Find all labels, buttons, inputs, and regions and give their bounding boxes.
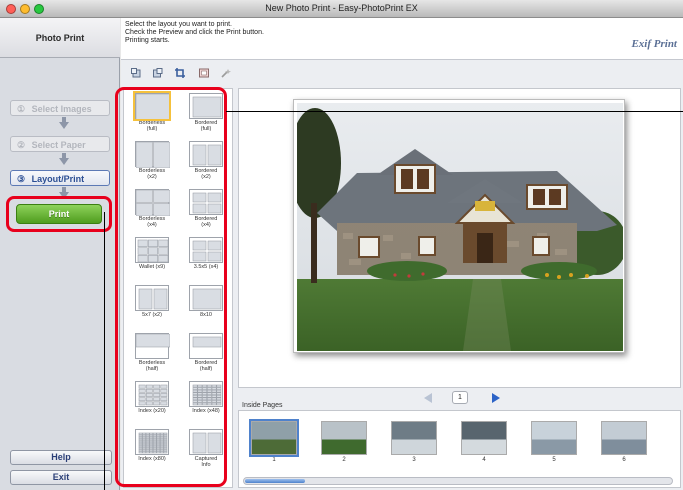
window-title: New Photo Print - Easy-PhotoPrint EX <box>265 3 418 13</box>
print-button-highlight <box>6 196 112 232</box>
step-number: ② <box>17 140 26 150</box>
frame-icon[interactable] <box>199 68 209 78</box>
page-thumbnail-image <box>321 421 367 455</box>
inside-pages-label: Inside Pages <box>242 402 283 409</box>
rotate-right-icon[interactable] <box>153 68 163 78</box>
previous-page-icon[interactable] <box>424 393 432 403</box>
print-preview <box>238 88 681 388</box>
page-thumbnail-number: 6 <box>622 457 626 463</box>
step-layout-print[interactable]: ③ Layout/Print <box>10 170 110 186</box>
callout-line <box>226 111 683 112</box>
sidebar: Photo Print ① Select Images ② Select Pap… <box>0 18 120 490</box>
page-thumbnail[interactable]: 5 <box>531 421 577 463</box>
instructions-panel: Select the layout you want to print. Che… <box>121 18 683 60</box>
exit-button[interactable]: Exit <box>10 470 112 485</box>
app-window: New Photo Print - Easy-PhotoPrint EX Pho… <box>0 0 683 490</box>
instruction-line: Check the Preview and click the Print bu… <box>125 29 264 36</box>
page-thumbnail-image <box>249 419 299 457</box>
crop-icon[interactable] <box>175 68 185 78</box>
exif-print-logo: Exif Print <box>631 38 677 50</box>
page-thumbnail-image <box>531 421 577 455</box>
scrollbar-thumb[interactable] <box>245 479 305 483</box>
page-thumbnail-image <box>461 421 507 455</box>
edit-toolbar <box>121 60 683 86</box>
title-bar: New Photo Print - Easy-PhotoPrint EX <box>0 0 683 18</box>
house-photo <box>297 103 623 351</box>
inside-pages-strip: 1 2 3 4 5 6 <box>238 410 681 488</box>
sidebar-title: Photo Print <box>0 18 120 58</box>
page-thumbnail-number: 4 <box>482 457 486 463</box>
page-thumbnail-number: 1 <box>272 457 276 463</box>
callout-line <box>104 212 105 490</box>
page-thumbnail-number: 5 <box>552 457 556 463</box>
page-thumbnail-number: 3 <box>412 457 416 463</box>
instruction-line: Select the layout you want to print. <box>125 21 233 28</box>
main-panel: Select the layout you want to print. Che… <box>115 18 683 490</box>
next-page-icon[interactable] <box>492 393 500 403</box>
page-thumbnail[interactable]: 1 <box>249 419 299 463</box>
step-label: Select Images <box>31 104 92 114</box>
preview-photo <box>297 103 623 351</box>
step-label: Layout/Print <box>31 174 85 184</box>
layout-list-highlight <box>115 87 227 487</box>
page-thumbnail[interactable]: 6 <box>601 421 647 463</box>
step-arrow-icon <box>59 117 69 129</box>
page-thumbnail-number: 2 <box>342 457 346 463</box>
step-select-images[interactable]: ① Select Images <box>10 100 110 116</box>
page-thumbnail[interactable]: 3 <box>391 421 437 463</box>
step-label: Select Paper <box>31 140 86 150</box>
preview-paper <box>293 99 625 353</box>
page-navigator: 1 <box>238 390 681 406</box>
page-thumbnail-image <box>601 421 647 455</box>
effects-icon[interactable] <box>221 68 231 78</box>
help-button[interactable]: Help <box>10 450 112 465</box>
page-thumbnail-image <box>391 421 437 455</box>
rotate-left-icon[interactable] <box>131 68 141 78</box>
page-thumbnail[interactable]: 2 <box>321 421 367 463</box>
step-number: ① <box>17 104 26 114</box>
instruction-line: Printing starts. <box>125 37 170 44</box>
step-number: ③ <box>17 174 26 184</box>
horizontal-scrollbar[interactable] <box>243 477 673 485</box>
page-number-field[interactable]: 1 <box>452 391 468 404</box>
page-thumbnail[interactable]: 4 <box>461 421 507 463</box>
step-select-paper[interactable]: ② Select Paper <box>10 136 110 152</box>
step-arrow-icon <box>59 153 69 165</box>
